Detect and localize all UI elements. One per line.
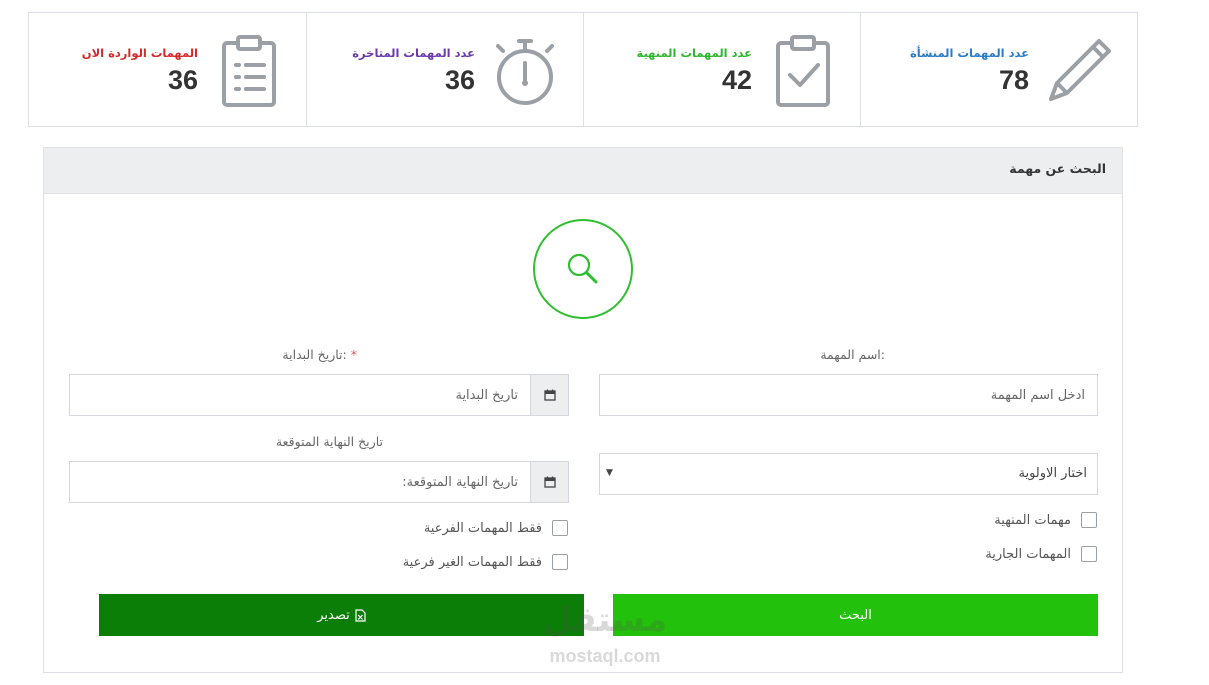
stat-label: عدد المهمات المتاخرة (352, 46, 475, 60)
checkbox-label: فقط المهمات الغير فرعية (402, 554, 542, 570)
search-panel-header: البحث عن مهمة (43, 147, 1123, 194)
search-badge (533, 219, 633, 319)
export-button[interactable]: تصدير (99, 594, 584, 636)
checkbox-subtasks-only[interactable]: فقط المهمات الفرعية (424, 518, 568, 538)
stat-label: عدد المهمات المنهية (636, 46, 752, 60)
stat-incoming-tasks: المهمات الواردة الان 36 (29, 13, 306, 126)
stat-value: 36 (444, 65, 475, 95)
task-name-input[interactable] (599, 374, 1098, 416)
stat-label: عدد المهمات المنشأة (909, 46, 1029, 60)
start-date-label: تاريخ البداية: * (282, 347, 357, 362)
end-date-input[interactable] (69, 461, 530, 503)
stat-value: 78 (998, 65, 1029, 95)
stat-finished-tasks: عدد المهمات المنهية 42 (583, 13, 860, 126)
checkbox-ongoing-tasks[interactable]: المهمات الجارية (985, 544, 1097, 564)
clipboard-check-icon (776, 35, 830, 107)
checkbox-box[interactable] (1081, 546, 1097, 562)
start-date-label-text: تاريخ البداية: (282, 347, 347, 362)
priority-select[interactable]: اختار الاولوية ▼ (599, 453, 1098, 495)
checkbox-label: المهمات الجارية (985, 546, 1071, 562)
clipboard-list-icon (222, 35, 276, 107)
checkbox-label: مهمات المنهية (994, 512, 1071, 528)
checkbox-box[interactable] (1081, 512, 1097, 528)
checkbox-label: فقط المهمات الفرعية (423, 520, 542, 536)
end-date-label: تاريخ النهاية المتوقعة (275, 434, 383, 449)
stat-late-tasks: عدد المهمات المتاخرة 36 (306, 13, 583, 126)
stat-value: 36 (167, 65, 198, 95)
checkbox-box[interactable] (552, 554, 568, 570)
pencil-icon (1049, 39, 1111, 101)
stopwatch-icon (496, 39, 554, 105)
calendar-icon (543, 389, 556, 401)
search-icon (567, 253, 598, 284)
stat-value: 42 (721, 65, 752, 95)
stats-strip: عدد المهمات المنشأة 78 عدد المهمات المنه… (28, 12, 1138, 127)
panel-title: البحث عن مهمة (1009, 161, 1106, 176)
export-button-label: تصدير (317, 607, 350, 623)
excel-file-icon (355, 608, 366, 622)
stat-label: المهمات الواردة الان (81, 46, 198, 60)
start-date-group (69, 374, 569, 416)
search-button[interactable]: البحث (613, 594, 1098, 636)
task-name-label: اسم المهمة: (820, 347, 885, 362)
search-button-label: البحث (839, 607, 872, 623)
checkbox-non-subtasks-only[interactable]: فقط المهمات الغير فرعية (403, 552, 568, 572)
priority-selected-value: اختار الاولوية (1018, 466, 1087, 481)
checkbox-finished-tasks[interactable]: مهمات المنهية (994, 510, 1097, 530)
stat-created-tasks: عدد المهمات المنشأة 78 (860, 13, 1137, 126)
calendar-icon (543, 476, 556, 488)
required-marker: * (350, 347, 357, 362)
start-date-picker-button[interactable] (530, 374, 569, 416)
caret-down-icon: ▼ (606, 468, 613, 478)
checkbox-box[interactable] (552, 520, 568, 536)
search-panel-body: اسم المهمة: تاريخ البداية: * تاريخ النها… (43, 194, 1123, 673)
end-date-group (69, 461, 569, 503)
end-date-picker-button[interactable] (530, 461, 569, 503)
start-date-input[interactable] (69, 374, 530, 416)
